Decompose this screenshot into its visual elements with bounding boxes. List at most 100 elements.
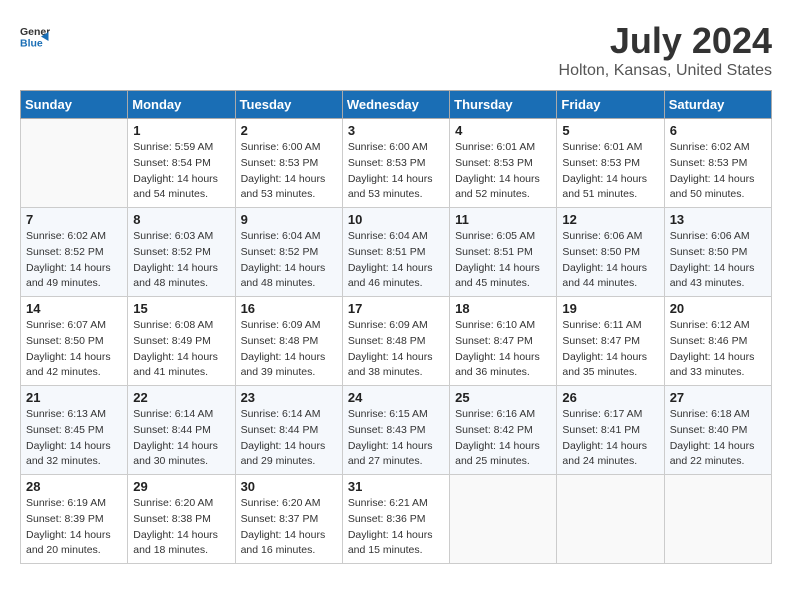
day-info: Sunrise: 6:06 AMSunset: 8:50 PMDaylight:… [562, 229, 658, 292]
daylight-text: Daylight: 14 hours and 16 minutes. [241, 528, 337, 560]
sunset-text: Sunset: 8:44 PM [241, 423, 337, 439]
day-info: Sunrise: 6:04 AMSunset: 8:51 PMDaylight:… [348, 229, 444, 292]
day-number: 7 [26, 212, 122, 227]
calendar-cell: 10 Sunrise: 6:04 AMSunset: 8:51 PMDayligh… [342, 208, 449, 297]
calendar-cell: 27Sunrise: 6:18 AMSunset: 8:40 PMDayligh… [664, 386, 771, 475]
sunrise-text: Sunrise: 6:10 AM [455, 318, 551, 334]
sunset-text: Sunset: 8:42 PM [455, 423, 551, 439]
day-number: 23 [241, 390, 337, 405]
daylight-text: Daylight: 14 hours and 52 minutes. [455, 172, 551, 204]
sunrise-text: Sunrise: 6:14 AM [133, 407, 229, 423]
sunset-text: Sunset: 8:37 PM [241, 512, 337, 528]
calendar-cell: 9Sunrise: 6:04 AMSunset: 8:52 PMDaylight… [235, 208, 342, 297]
sunset-text: Sunset: 8:49 PM [133, 334, 229, 350]
calendar-table: SundayMondayTuesdayWednesdayThursdayFrid… [20, 90, 772, 564]
daylight-text: Daylight: 14 hours and 24 minutes. [562, 439, 658, 471]
day-info: Sunrise: 6:05 AMSunset: 8:51 PMDaylight:… [455, 229, 551, 292]
day-info: Sunrise: 6:10 AMSunset: 8:47 PMDaylight:… [455, 318, 551, 381]
daylight-text: Daylight: 14 hours and 36 minutes. [455, 350, 551, 382]
calendar-cell: 22 Sunrise: 6:14 AMSunset: 8:44 PMDayligh… [128, 386, 235, 475]
weekday-header: Sunday [21, 91, 128, 119]
daylight-text: Daylight: 14 hours and 25 minutes. [455, 439, 551, 471]
day-number: 25 [455, 390, 551, 405]
daylight-text: Daylight: 14 hours and 51 minutes. [562, 172, 658, 204]
day-number: 9 [241, 212, 337, 227]
sunrise-text: Sunrise: 6:13 AM [26, 407, 122, 423]
weekday-header: Wednesday [342, 91, 449, 119]
sunrise-text: Sunrise: 6:06 AM [562, 229, 658, 245]
day-number: 6 [670, 123, 766, 138]
sunrise-text: Sunrise: 6:19 AM [26, 496, 122, 512]
daylight-text: Daylight: 14 hours and 38 minutes. [348, 350, 444, 382]
day-info: Sunrise: 6:09 AMSunset: 8:48 PMDaylight:… [348, 318, 444, 381]
svg-text:Blue: Blue [20, 37, 43, 49]
weekday-header: Thursday [450, 91, 557, 119]
day-info: Sunrise: 6:01 AMSunset: 8:53 PMDaylight:… [455, 140, 551, 203]
day-number: 24 [348, 390, 444, 405]
sunrise-text: Sunrise: 6:20 AM [133, 496, 229, 512]
day-info: Sunrise: 6:02 AMSunset: 8:52 PMDaylight:… [26, 229, 122, 292]
calendar-cell [450, 475, 557, 564]
day-info: Sunrise: 6:16 AMSunset: 8:42 PMDaylight:… [455, 407, 551, 470]
daylight-text: Daylight: 14 hours and 39 minutes. [241, 350, 337, 382]
daylight-text: Daylight: 14 hours and 32 minutes. [26, 439, 122, 471]
day-number: 22 [133, 390, 229, 405]
sunrise-text: Sunrise: 6:20 AM [241, 496, 337, 512]
day-info: Sunrise: 6:17 AMSunset: 8:41 PMDaylight:… [562, 407, 658, 470]
daylight-text: Daylight: 14 hours and 22 minutes. [670, 439, 766, 471]
day-info: Sunrise: 6:02 AMSunset: 8:53 PMDaylight:… [670, 140, 766, 203]
day-number: 10 [348, 212, 444, 227]
calendar-cell [21, 119, 128, 208]
calendar-cell: 11Sunrise: 6:05 AMSunset: 8:51 PMDayligh… [450, 208, 557, 297]
day-number: 16 [241, 301, 337, 316]
calendar-cell: 5Sunrise: 6:01 AMSunset: 8:53 PMDaylight… [557, 119, 664, 208]
calendar-cell: 18Sunrise: 6:10 AMSunset: 8:47 PMDayligh… [450, 297, 557, 386]
weekday-header-row: SundayMondayTuesdayWednesdayThursdayFrid… [21, 91, 772, 119]
day-info: Sunrise: 6:13 AMSunset: 8:45 PMDaylight:… [26, 407, 122, 470]
calendar-cell: 17Sunrise: 6:09 AMSunset: 8:48 PMDayligh… [342, 297, 449, 386]
daylight-text: Daylight: 14 hours and 50 minutes. [670, 172, 766, 204]
calendar-week-row: 14Sunrise: 6:07 AMSunset: 8:50 PMDayligh… [21, 297, 772, 386]
calendar-cell: 15Sunrise: 6:08 AMSunset: 8:49 PMDayligh… [128, 297, 235, 386]
day-info: Sunrise: 6:01 AMSunset: 8:53 PMDaylight:… [562, 140, 658, 203]
sunrise-text: Sunrise: 6:03 AM [133, 229, 229, 245]
sunrise-text: Sunrise: 6:04 AM [348, 229, 444, 245]
day-number: 30 [241, 479, 337, 494]
sunrise-text: Sunrise: 5:59 AM [133, 140, 229, 156]
day-info: Sunrise: 6:20 AMSunset: 8:38 PMDaylight:… [133, 496, 229, 559]
daylight-text: Daylight: 14 hours and 53 minutes. [348, 172, 444, 204]
sunrise-text: Sunrise: 6:14 AM [241, 407, 337, 423]
day-info: Sunrise: 6:14 AMSunset: 8:44 PMDaylight:… [241, 407, 337, 470]
sunrise-text: Sunrise: 6:17 AM [562, 407, 658, 423]
sunset-text: Sunset: 8:53 PM [455, 156, 551, 172]
daylight-text: Daylight: 14 hours and 18 minutes. [133, 528, 229, 560]
calendar-cell: 16 Sunrise: 6:09 AMSunset: 8:48 PMDayligh… [235, 297, 342, 386]
day-info: Sunrise: 6:14 AMSunset: 8:44 PMDaylight:… [133, 407, 229, 470]
day-info: Sunrise: 6:09 AMSunset: 8:48 PMDaylight:… [241, 318, 337, 381]
weekday-header: Tuesday [235, 91, 342, 119]
calendar-week-row: 21 Sunrise: 6:13 AMSunset: 8:45 PMDayligh… [21, 386, 772, 475]
daylight-text: Daylight: 14 hours and 44 minutes. [562, 261, 658, 293]
sunrise-text: Sunrise: 6:11 AM [562, 318, 658, 334]
sunset-text: Sunset: 8:47 PM [455, 334, 551, 350]
daylight-text: Daylight: 14 hours and 48 minutes. [133, 261, 229, 293]
daylight-text: Daylight: 14 hours and 20 minutes. [26, 528, 122, 560]
calendar-cell: 30 Sunrise: 6:20 AMSunset: 8:37 PMDayligh… [235, 475, 342, 564]
sunrise-text: Sunrise: 6:04 AM [241, 229, 337, 245]
day-info: Sunrise: 6:00 AMSunset: 8:53 PMDaylight:… [348, 140, 444, 203]
calendar-cell: 19Sunrise: 6:11 AMSunset: 8:47 PMDayligh… [557, 297, 664, 386]
sunrise-text: Sunrise: 6:06 AM [670, 229, 766, 245]
day-info: Sunrise: 6:00 AMSunset: 8:53 PMDaylight:… [241, 140, 337, 203]
day-number: 21 [26, 390, 122, 405]
weekday-header: Saturday [664, 91, 771, 119]
daylight-text: Daylight: 14 hours and 46 minutes. [348, 261, 444, 293]
calendar-cell: 8Sunrise: 6:03 AMSunset: 8:52 PMDaylight… [128, 208, 235, 297]
calendar-cell: 29Sunrise: 6:20 AMSunset: 8:38 PMDayligh… [128, 475, 235, 564]
daylight-text: Daylight: 14 hours and 30 minutes. [133, 439, 229, 471]
sunrise-text: Sunrise: 6:21 AM [348, 496, 444, 512]
sunset-text: Sunset: 8:36 PM [348, 512, 444, 528]
day-info: Sunrise: 6:06 AMSunset: 8:50 PMDaylight:… [670, 229, 766, 292]
weekday-header: Monday [128, 91, 235, 119]
day-number: 15 [133, 301, 229, 316]
sunset-text: Sunset: 8:50 PM [26, 334, 122, 350]
